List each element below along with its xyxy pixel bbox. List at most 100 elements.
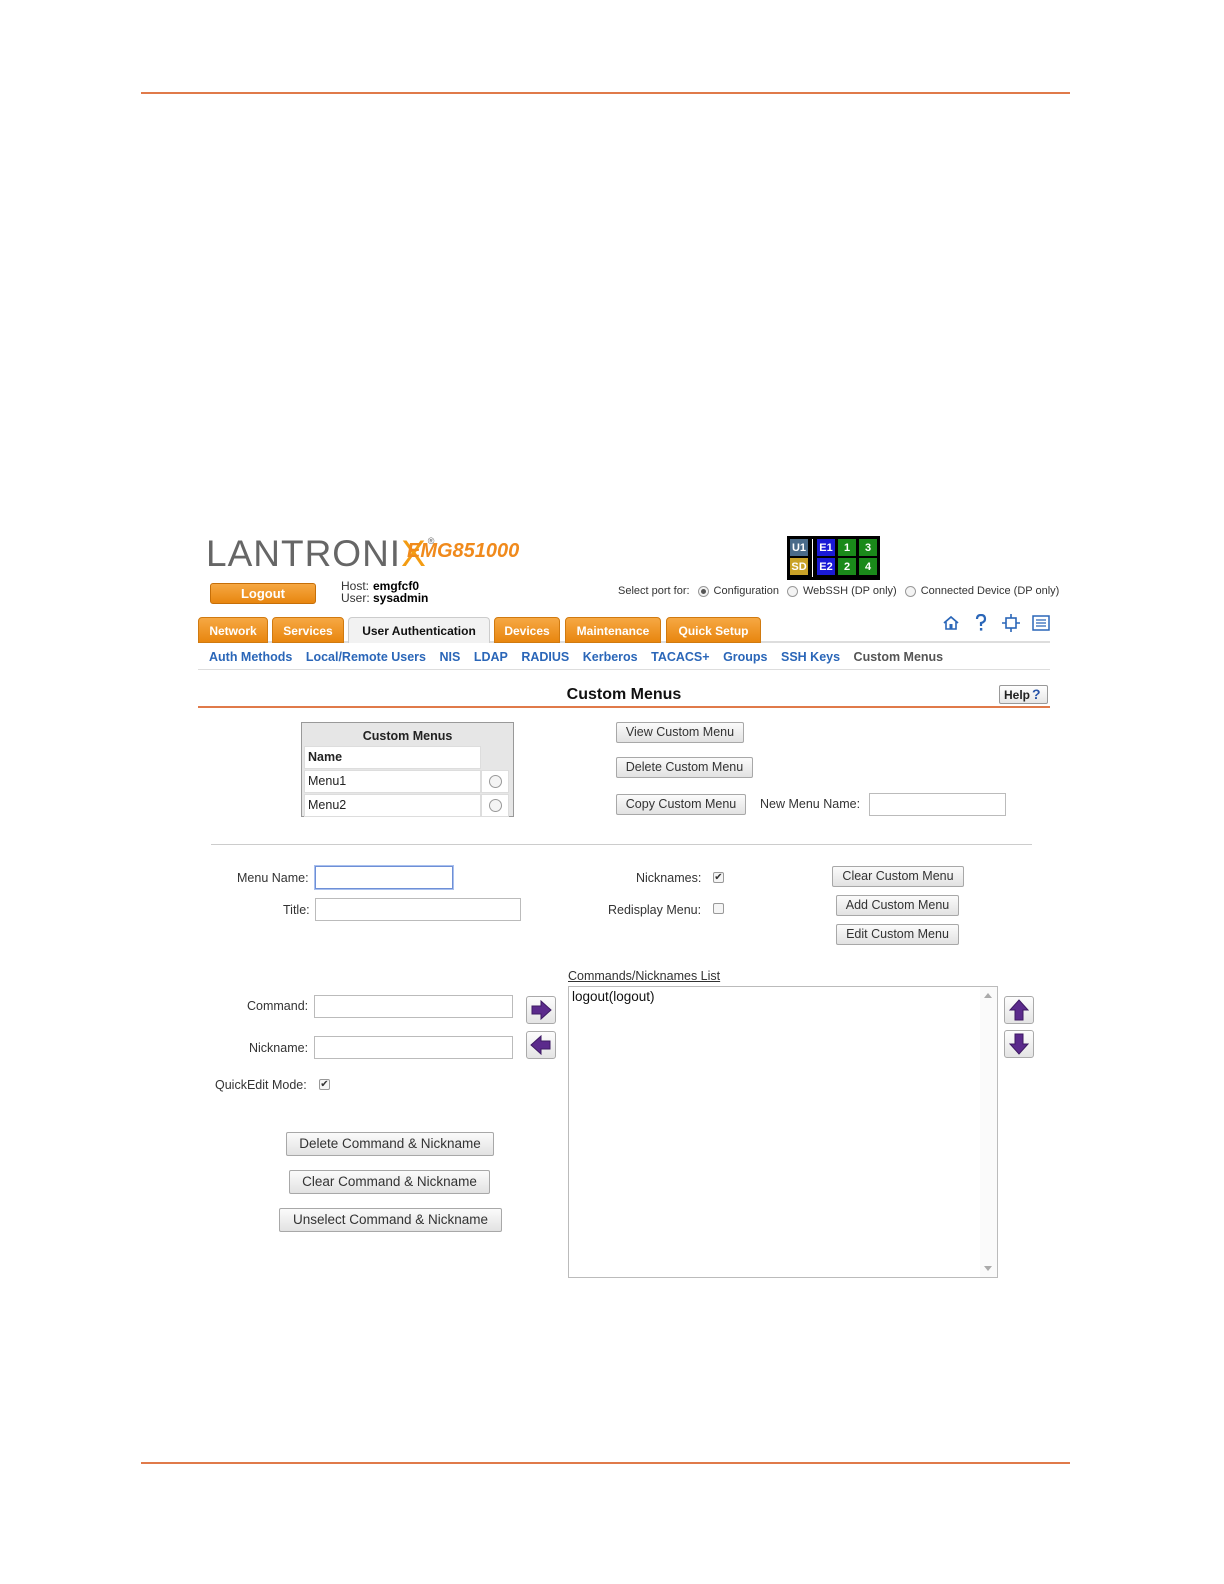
table-header-row: Name: [304, 746, 511, 769]
title-label: Title:: [283, 903, 310, 917]
menu2-radio[interactable]: [488, 799, 502, 812]
tab-devices[interactable]: Devices: [494, 617, 560, 643]
port-4[interactable]: 4: [859, 558, 877, 575]
menu-name-cell: Menu1: [304, 770, 481, 793]
section-divider: [211, 844, 1032, 845]
clear-command-nickname-button[interactable]: Clear Command & Nickname: [289, 1170, 490, 1194]
menu-name-input[interactable]: [315, 866, 453, 889]
scroll-up-icon[interactable]: [984, 993, 992, 998]
subnav-ssh-keys[interactable]: SSH Keys: [781, 650, 840, 664]
logo-text: LANTRONIX: [206, 533, 427, 574]
commands-list-label: Commands/Nicknames List: [568, 969, 721, 983]
port-select: Select port for: Configuration WebSSH (D…: [618, 585, 1059, 597]
port-2[interactable]: 2: [838, 558, 856, 575]
help-button-label: Help: [1004, 688, 1031, 702]
nickname-input[interactable]: [314, 1036, 513, 1059]
subnav-tacacs[interactable]: TACACS+: [651, 650, 709, 664]
title-input[interactable]: [315, 898, 521, 921]
table-row: Menu2: [304, 794, 511, 817]
move-up-button[interactable]: [1004, 996, 1034, 1024]
port-status-grid: U1 SD E1 E2 1 2 3 4: [787, 536, 880, 580]
tab-services[interactable]: Services: [272, 617, 344, 643]
arrow-left-icon: [530, 1035, 551, 1055]
port-sd[interactable]: SD: [790, 558, 808, 575]
unselect-command-nickname-button[interactable]: Unselect Command & Nickname: [279, 1208, 502, 1232]
toolbar-icons: [940, 613, 1052, 633]
menu-name-label: Menu Name:: [237, 871, 309, 885]
custom-menus-table: Custom Menus Name Menu1 Menu2: [301, 722, 514, 817]
subnav-groups[interactable]: Groups: [723, 650, 767, 664]
port-3[interactable]: 3: [859, 539, 877, 556]
subnav-custom-menus: Custom Menus: [853, 650, 944, 664]
subnav-local-remote-users[interactable]: Local/Remote Users: [306, 650, 426, 664]
tab-quick-setup[interactable]: Quick Setup: [666, 617, 761, 643]
table-row: Menu1: [304, 770, 511, 793]
delete-custom-menu-button[interactable]: Delete Custom Menu: [616, 757, 753, 778]
command-input[interactable]: [314, 995, 513, 1018]
new-menu-name-input[interactable]: [869, 793, 1006, 816]
main-tabs: Network Services User Authentication Dev…: [198, 617, 1050, 643]
list-item[interactable]: logout(logout): [569, 987, 997, 1006]
port-e1[interactable]: E1: [817, 539, 835, 556]
subnav-ldap[interactable]: LDAP: [474, 650, 508, 664]
arrow-down-icon: [1009, 1033, 1029, 1055]
user-value: sysadmin: [373, 591, 429, 605]
port-1[interactable]: 1: [838, 539, 856, 556]
redisplay-menu-checkbox[interactable]: [713, 903, 724, 914]
menu-name-cell: Menu2: [304, 794, 481, 817]
nicknames-label: Nicknames:: [636, 871, 702, 885]
tab-network[interactable]: Network: [198, 617, 268, 643]
subnav-auth-methods[interactable]: Auth Methods: [209, 650, 292, 664]
commands-list[interactable]: logout(logout): [568, 986, 998, 1278]
menu1-radio[interactable]: [488, 775, 502, 788]
sub-navigation: Auth Methods Local/Remote Users NIS LDAP…: [209, 650, 953, 664]
page-top-rule: [141, 92, 1070, 94]
page-bottom-rule: [141, 1462, 1070, 1464]
logout-button[interactable]: Logout: [210, 583, 316, 604]
page-title: Custom Menus: [566, 686, 682, 703]
subnav-divider: [198, 669, 1050, 670]
subnav-radius[interactable]: RADIUS: [521, 650, 569, 664]
quickedit-mode-checkbox[interactable]: ✔: [319, 1079, 330, 1090]
nicknames-checkbox[interactable]: ✔: [713, 872, 724, 883]
help-button[interactable]: Help?: [999, 685, 1048, 704]
subnav-nis[interactable]: NIS: [439, 650, 460, 664]
edit-custom-menu-button[interactable]: Edit Custom Menu: [836, 924, 959, 945]
menu-select-cell: [481, 770, 509, 793]
add-command-arrow-button[interactable]: [526, 996, 556, 1024]
title-underline: [198, 706, 1050, 708]
move-down-button[interactable]: [1004, 1030, 1034, 1058]
user-label: User:: [341, 591, 370, 605]
help-question-icon: ?: [1032, 686, 1041, 702]
table-header-name: Name: [304, 746, 481, 769]
arrow-up-icon: [1009, 999, 1029, 1021]
command-label: Command:: [247, 999, 309, 1013]
commands-list-scrollbar[interactable]: [980, 987, 997, 1277]
list-icon[interactable]: [1030, 613, 1052, 633]
tab-user-authentication[interactable]: User Authentication: [348, 617, 490, 643]
radio-configuration[interactable]: [697, 585, 709, 597]
copy-custom-menu-button[interactable]: Copy Custom Menu: [616, 794, 746, 815]
port-u1[interactable]: U1: [790, 539, 808, 556]
clear-custom-menu-button[interactable]: Clear Custom Menu: [832, 866, 964, 887]
add-custom-menu-button[interactable]: Add Custom Menu: [836, 895, 959, 916]
arrow-right-icon: [531, 1000, 552, 1020]
port-e2[interactable]: E2: [817, 558, 835, 575]
delete-command-nickname-button[interactable]: Delete Command & Nickname: [286, 1132, 494, 1156]
view-custom-menu-button[interactable]: View Custom Menu: [616, 722, 744, 743]
scroll-down-icon[interactable]: [984, 1266, 992, 1271]
subnav-kerberos[interactable]: Kerberos: [583, 650, 638, 664]
radio-connected-device[interactable]: [904, 585, 916, 597]
host-user-info: Host: emgfcf0 User: sysadmin: [341, 580, 428, 604]
lantronix-logo: LANTRONIX ®: [206, 533, 434, 574]
remove-command-arrow-button[interactable]: [526, 1031, 556, 1059]
home-icon[interactable]: [940, 613, 962, 633]
tab-maintenance[interactable]: Maintenance: [565, 617, 661, 643]
port-divider: [812, 539, 813, 577]
radio-webssh[interactable]: [786, 585, 798, 597]
help-icon[interactable]: [970, 613, 992, 633]
network-icon[interactable]: [1000, 613, 1022, 633]
new-menu-name-label: New Menu Name:: [760, 797, 861, 811]
radio-configuration-label: Configuration: [713, 585, 779, 597]
nickname-label: Nickname:: [249, 1041, 309, 1055]
